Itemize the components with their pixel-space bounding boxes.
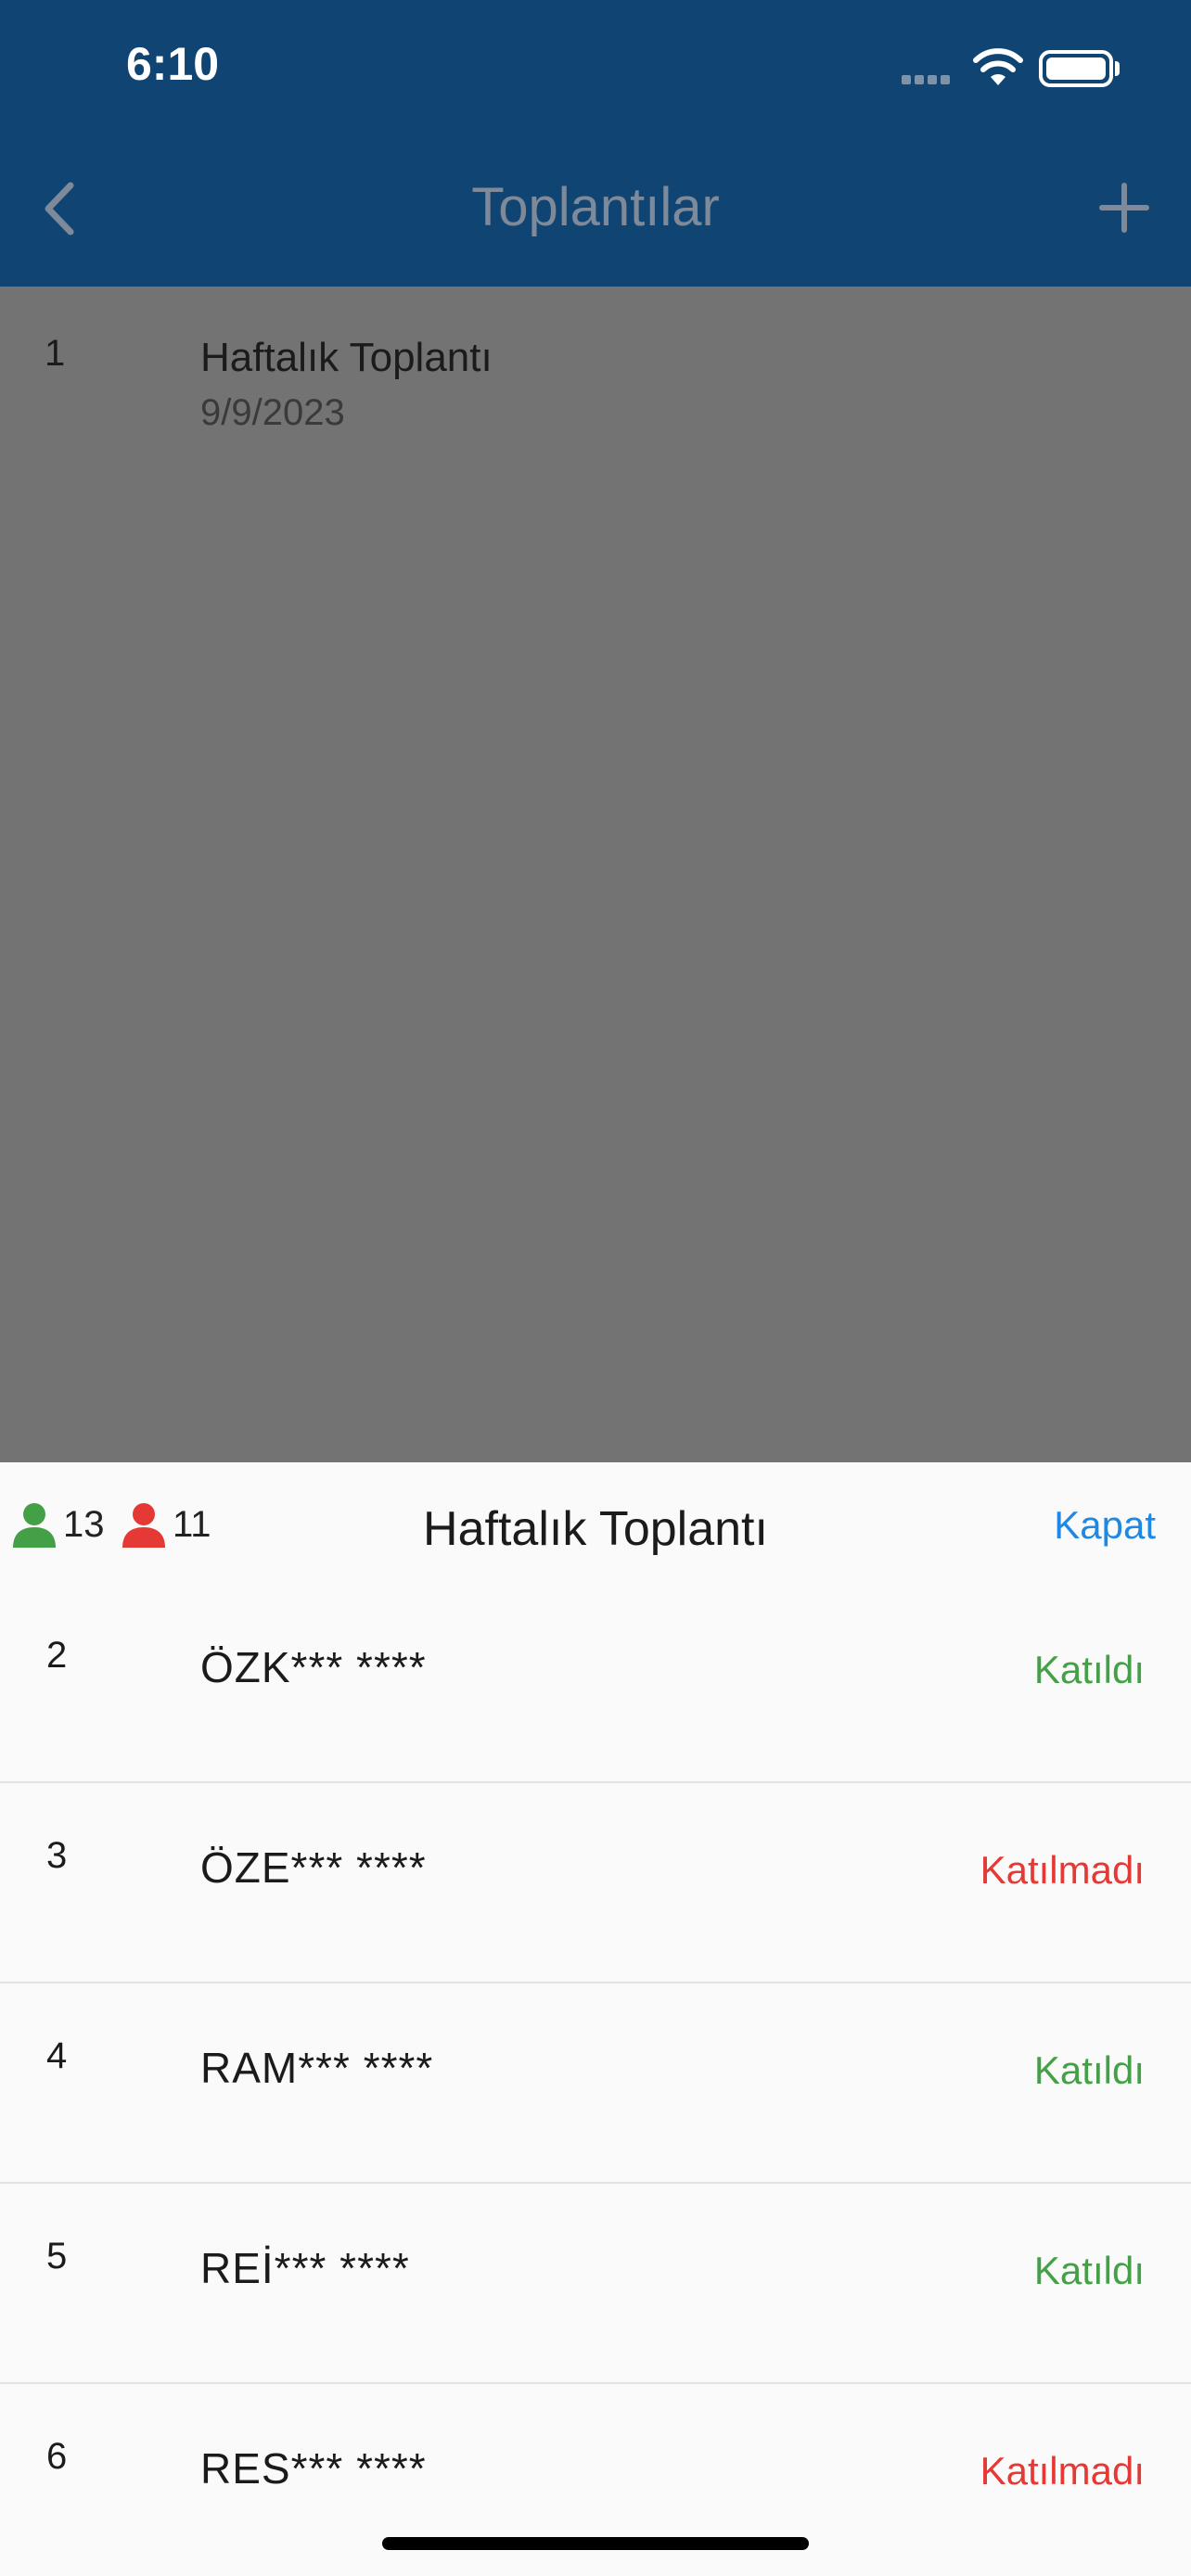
attendance-status[interactable]: Katılmadı [980,1848,1145,1893]
sheet-header: 13 11 Haftalık Toplantı Kapat [0,1462,1191,1592]
plus-icon[interactable] [1098,178,1150,237]
app-header: 6:10 Toplantılar [0,0,1191,287]
battery-icon [1039,50,1113,87]
attendance-status[interactable]: Katıldı [1034,2249,1145,2293]
attendee-name: RES*** **** [200,2444,427,2493]
attendee-index: 3 [46,1835,68,1876]
attendee-index: 6 [46,2436,68,2477]
attendee-index: 2 [46,1635,68,1676]
attendee-name: ÖZE*** **** [200,1843,427,1892]
home-indicator[interactable] [382,2537,809,2550]
attendee-name: ÖZK*** **** [200,1643,427,1691]
meeting-date: 9/9/2023 [200,392,345,433]
attendance-status[interactable]: Katıldı [1034,2048,1145,2093]
attendee-name: RAM*** **** [200,2044,434,2092]
meeting-index: 1 [45,333,66,374]
attendee-index: 5 [46,2236,68,2276]
page-title: Toplantılar [471,177,720,237]
table-row[interactable]: 5 REİ*** **** Katıldı [0,2184,1191,2384]
close-button[interactable]: Kapat [1054,1503,1156,1548]
wifi-icon [973,48,1023,85]
cellular-signal-icon [902,72,955,84]
meeting-list: 1 Haftalık Toplantı 9/9/2023 [0,287,1191,1462]
battery-tip [1115,61,1120,76]
attendance-status[interactable]: Katıldı [1034,1648,1145,1692]
meeting-title: Haftalık Toplantı [200,335,493,380]
attendee-index: 4 [46,2035,68,2076]
status-time: 6:10 [126,38,220,90]
table-row[interactable]: 4 RAM*** **** Katıldı [0,1983,1191,2184]
attendance-status[interactable]: Katılmadı [980,2449,1145,2493]
table-row[interactable]: 3 ÖZE*** **** Katılmadı [0,1783,1191,1983]
table-row[interactable]: 2 ÖZK*** **** Katıldı [0,1583,1191,1783]
list-item[interactable]: 1 Haftalık Toplantı 9/9/2023 [0,287,1191,463]
sheet-title: Haftalık Toplantı [423,1502,768,1556]
attendance-sheet: 13 11 Haftalık Toplantı Kapat 2 ÖZK*** *… [0,1462,1191,2576]
attendee-name: REİ*** **** [200,2244,410,2292]
